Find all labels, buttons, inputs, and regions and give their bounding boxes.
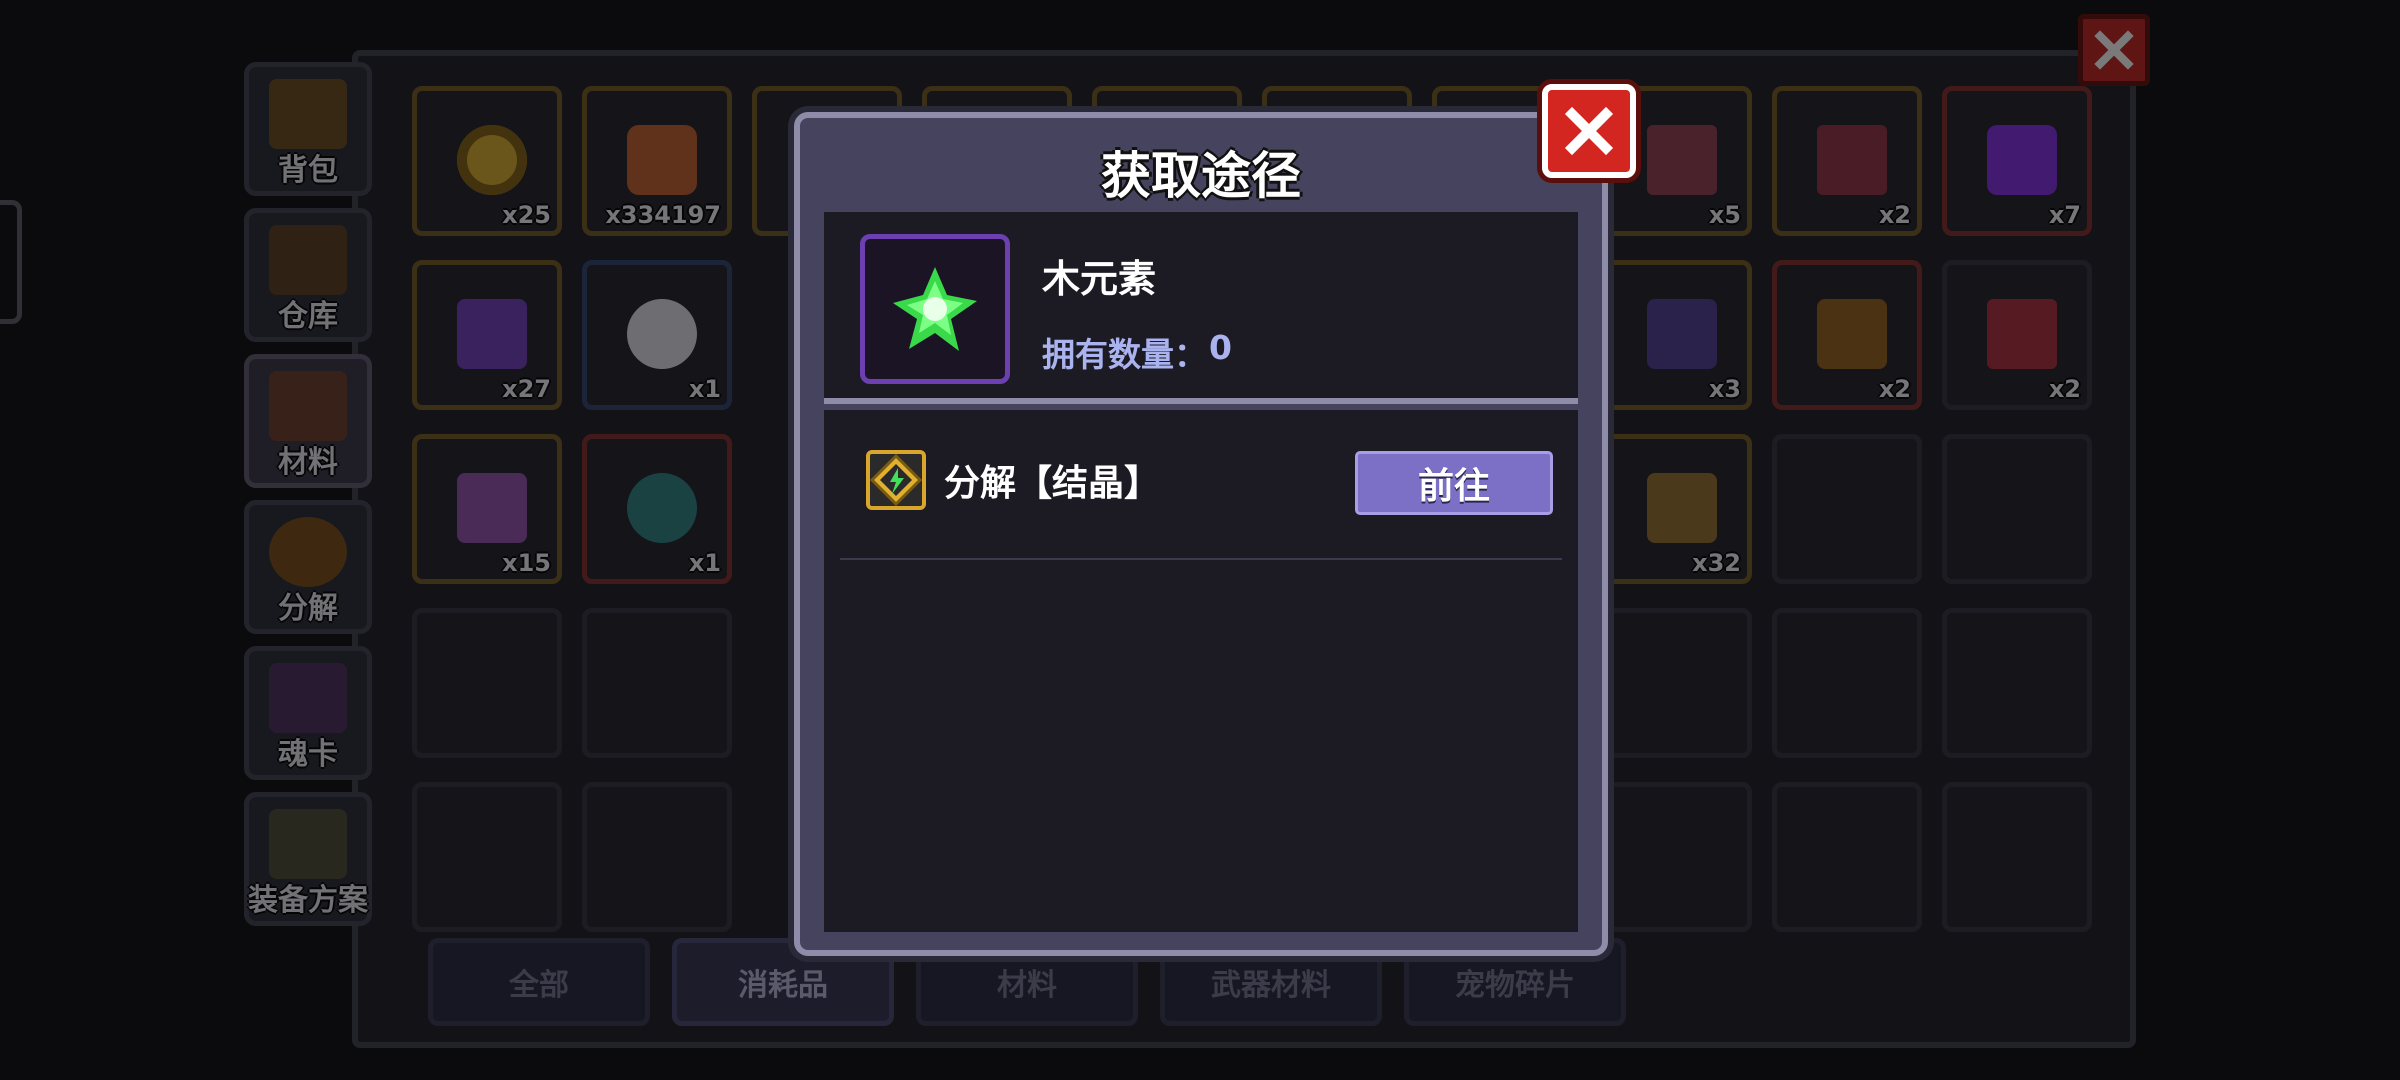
inventory-slot[interactable]: x334197 xyxy=(582,86,732,236)
red-chest-icon xyxy=(1987,299,2057,369)
pink-chest-icon xyxy=(1817,125,1887,195)
inventory-slot[interactable]: x1 xyxy=(582,434,732,584)
coin-icon xyxy=(457,125,527,195)
inventory-slot[interactable]: x2 xyxy=(1942,260,2092,410)
green-wood-crystal-icon xyxy=(893,267,977,351)
slot-count: x2 xyxy=(2048,375,2081,403)
item-owned-count: 拥有数量： 0 xyxy=(1042,328,1232,376)
inventory-slot[interactable] xyxy=(1942,782,2092,932)
materials-icon xyxy=(269,371,347,441)
slot-count: x1 xyxy=(688,549,721,577)
inventory-slot[interactable] xyxy=(1942,434,2092,584)
slot-count: x1 xyxy=(688,375,721,403)
inventory-slot[interactable]: x27 xyxy=(412,260,562,410)
close-icon xyxy=(2094,30,2134,70)
item-info-panel: 木元素 拥有数量： 0 xyxy=(824,212,1578,404)
edge-hex-decoration xyxy=(0,200,22,324)
side-tab-label: 装备方案 xyxy=(248,883,368,918)
slot-count: x2 xyxy=(1878,375,1911,403)
game-screen: 背包 仓库 材料 分解 魂卡 装备方案 x25 x334197 x5 x2 x7… xyxy=(0,0,2400,1080)
inventory-slot[interactable]: x25 xyxy=(412,86,562,236)
acquisition-modal: 获取途径 木元素 拥有数量： 0 分解【结晶】 前往 xyxy=(794,84,1636,956)
purple-scroll-icon xyxy=(457,299,527,369)
side-tab-materials[interactable]: 材料 xyxy=(244,354,372,488)
goto-button[interactable]: 前往 xyxy=(1350,446,1558,520)
inventory-slot[interactable]: x1 xyxy=(582,260,732,410)
side-tab-label: 背包 xyxy=(278,153,338,188)
inventory-slot[interactable]: x3 xyxy=(1602,260,1752,410)
chest-icon xyxy=(269,79,347,149)
soul-card-icon xyxy=(269,663,347,733)
owned-count-value: 0 xyxy=(1209,328,1232,367)
egg-icon xyxy=(627,299,697,369)
side-tab-label: 材料 xyxy=(278,445,338,480)
energy-battery-icon xyxy=(1987,125,2057,195)
inventory-slot[interactable]: x2 xyxy=(1772,260,1922,410)
slot-count: x7 xyxy=(2048,201,2081,229)
inventory-slot[interactable] xyxy=(1602,782,1752,932)
source-list: 分解【结晶】 前往 xyxy=(824,410,1578,932)
inventory-slot[interactable]: x15 xyxy=(412,434,562,584)
lightning-medal-icon xyxy=(627,473,697,543)
modal-close-button[interactable] xyxy=(1542,84,1636,178)
category-tab-all[interactable]: 全部 xyxy=(428,938,650,1026)
source-row: 分解【结晶】 前往 xyxy=(840,410,1562,560)
inventory-slot[interactable]: x2 xyxy=(1772,86,1922,236)
close-icon xyxy=(1564,106,1614,156)
pink-scroll-icon xyxy=(457,473,527,543)
slot-count: x3 xyxy=(1708,375,1741,403)
side-tab-backpack[interactable]: 背包 xyxy=(244,62,372,196)
side-tab-equipment-preset[interactable]: 装备方案 xyxy=(244,792,372,926)
book-icon xyxy=(1817,299,1887,369)
pot-icon xyxy=(269,517,347,587)
card-item-icon xyxy=(1647,299,1717,369)
leather-icon xyxy=(627,125,697,195)
inventory-slot[interactable] xyxy=(412,608,562,758)
inventory-slot[interactable]: x32 xyxy=(1602,434,1752,584)
inventory-close-button[interactable] xyxy=(2078,14,2150,86)
owned-count-label: 拥有数量： xyxy=(1042,335,1207,374)
slot-count: x2 xyxy=(1878,201,1911,229)
inventory-slot[interactable] xyxy=(582,782,732,932)
slot-count: x334197 xyxy=(605,201,721,229)
inventory-slot[interactable]: x7 xyxy=(1942,86,2092,236)
side-tab-label: 魂卡 xyxy=(278,737,338,772)
side-tab-label: 分解 xyxy=(278,591,338,626)
item-name: 木元素 xyxy=(1042,257,1157,301)
side-tab-decompose[interactable]: 分解 xyxy=(244,500,372,634)
decompose-crystal-icon xyxy=(866,450,926,510)
slot-count: x5 xyxy=(1708,201,1741,229)
slot-count: x15 xyxy=(502,549,551,577)
modal-title: 获取途径 xyxy=(1101,147,1301,205)
crossed-swords-icon xyxy=(269,809,347,879)
slot-count: x32 xyxy=(1692,549,1741,577)
inventory-slot[interactable] xyxy=(412,782,562,932)
inventory-slot[interactable] xyxy=(1602,608,1752,758)
inventory-slot[interactable] xyxy=(1772,434,1922,584)
inventory-slot[interactable] xyxy=(582,608,732,758)
side-tab-warehouse[interactable]: 仓库 xyxy=(244,208,372,342)
slot-count: x25 xyxy=(502,201,551,229)
inventory-slot[interactable] xyxy=(1942,608,2092,758)
side-tab-soul-card[interactable]: 魂卡 xyxy=(244,646,372,780)
inventory-slot[interactable] xyxy=(1772,608,1922,758)
material-icon xyxy=(1647,473,1717,543)
warehouse-icon xyxy=(269,225,347,295)
slot-count: x27 xyxy=(502,375,551,403)
chest-item-icon xyxy=(1647,125,1717,195)
item-icon-frame xyxy=(860,234,1010,384)
source-label: 分解【结晶】 xyxy=(944,463,1161,504)
inventory-slot[interactable] xyxy=(1772,782,1922,932)
side-tab-label: 仓库 xyxy=(278,299,338,334)
